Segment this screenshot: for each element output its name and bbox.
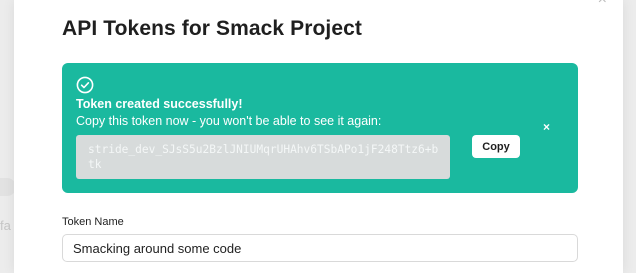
close-icon[interactable]: × <box>598 0 607 8</box>
dialog-title: API Tokens for Smack Project <box>62 17 363 40</box>
token-display[interactable]: stride_dev_SJsS5u2BzlJNIUMqrUHAhv6TSbAPo… <box>76 135 450 179</box>
token-value[interactable]: stride_dev_SJsS5u2BzlJNIUMqrUHAhv6TSbAPo… <box>88 142 444 172</box>
api-tokens-dialog: × API Tokens for Smack Project Token cre… <box>14 0 623 273</box>
token-name-input[interactable] <box>62 234 578 262</box>
banner-message: Copy this token now - you won't be able … <box>76 114 382 128</box>
backdrop-text: fa <box>0 218 11 233</box>
token-created-banner: Token created successfully! Copy this to… <box>62 63 578 193</box>
dismiss-banner-icon[interactable]: × <box>543 121 550 133</box>
copy-token-button[interactable]: Copy <box>472 135 520 158</box>
check-circle-icon <box>76 76 94 94</box>
banner-headline: Token created successfully! <box>76 97 243 111</box>
token-name-label: Token Name <box>62 216 124 228</box>
